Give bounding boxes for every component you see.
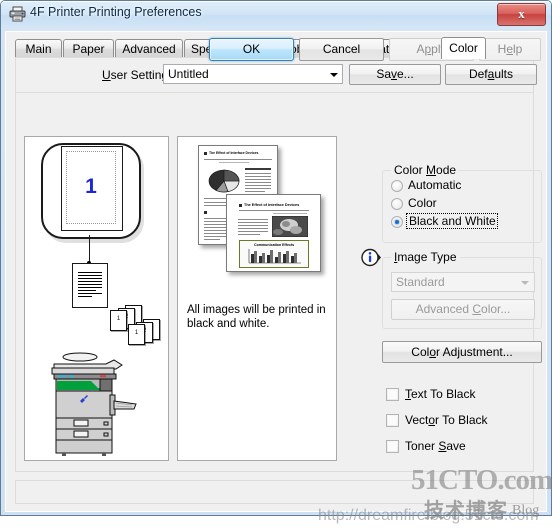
output-stack-b: 3 2 1 xyxy=(127,319,168,345)
advanced-color-button[interactable]: Advanced Color... xyxy=(391,299,535,320)
preview-small-document xyxy=(72,263,108,308)
checkbox-toner-save-label: Toner Save xyxy=(405,439,466,453)
preview-photo xyxy=(272,216,308,237)
preview-document-front: The Effect of Interface Devices Communic… xyxy=(226,194,321,272)
color-output-preview: The Effect of Interface Devices The Effe… xyxy=(177,136,337,461)
radio-automatic-label: Automatic xyxy=(408,178,462,192)
radio-color-indicator xyxy=(391,198,403,210)
preview-pie-chart xyxy=(208,169,240,193)
user-settings-row: User Settings: Untitled Save... Defaults xyxy=(16,61,537,93)
connector-line xyxy=(89,235,90,264)
ok-button-label: OK xyxy=(242,42,261,56)
preview-bars xyxy=(248,249,301,264)
window-title: 4F Printer Printing Preferences xyxy=(30,5,202,19)
user-settings-combo[interactable]: Untitled xyxy=(163,64,343,84)
tab-color[interactable]: Color xyxy=(441,37,486,59)
radio-black-and-white-label: Black and White xyxy=(409,214,496,228)
close-button[interactable]: x xyxy=(497,3,546,26)
color-adjustment-button-label: Color Adjustment... xyxy=(411,345,513,359)
cancel-button-label: Cancel xyxy=(322,42,361,56)
info-icon xyxy=(361,248,381,267)
ok-button[interactable]: OK xyxy=(209,38,294,61)
color-mode-group-label: Color Mode xyxy=(391,163,460,177)
checkbox-toner-save-indicator xyxy=(386,440,399,453)
titlebar: 4F Printer Printing Preferences x xyxy=(0,0,552,30)
stack-sheet: 1 xyxy=(128,324,145,345)
radio-black-and-white-indicator xyxy=(391,216,403,228)
tab-paper[interactable]: Paper xyxy=(63,39,114,58)
preview-chart-title: Communication Effects xyxy=(254,242,295,247)
tab-advanced[interactable]: Advanced xyxy=(115,39,183,58)
image-type-group-label: Image Type xyxy=(391,250,460,264)
image-type-group: Image Type Standard Advanced Color... xyxy=(382,250,542,329)
close-button-label: x xyxy=(518,6,525,21)
preview-doc-front-title: The Effect of Interface Devices xyxy=(244,202,300,207)
color-tab-page: User Settings: Untitled Save... Defaults xyxy=(15,57,542,472)
bottom-panel-strip xyxy=(15,480,534,506)
checkbox-vector-to-black-label: Vector To Black xyxy=(405,413,488,427)
checkbox-vector-to-black-indicator xyxy=(386,414,399,427)
save-button[interactable]: Save... xyxy=(349,64,441,85)
preview-doc-back-title: The Effect of Interface Devices xyxy=(209,150,259,155)
preview-page-number: 1 xyxy=(85,175,97,198)
preview-bar-chart-box: Communication Effects xyxy=(239,240,309,268)
help-button[interactable]: Help xyxy=(479,38,541,61)
printer-layout-preview: 1 1 1 xyxy=(24,136,169,461)
chevron-down-icon xyxy=(521,281,529,285)
printer-icon xyxy=(9,6,26,22)
printing-preferences-window: 4F Printer Printing Preferences x Main P… xyxy=(0,0,552,516)
radio-color-label: Color xyxy=(408,196,437,210)
preview-caption: All images will be printed in black and … xyxy=(187,304,326,330)
image-type-value: Standard xyxy=(396,275,445,289)
user-settings-value: Untitled xyxy=(168,67,209,81)
bottom-panel xyxy=(15,480,534,504)
color-mode-group: Color Mode Automatic Color Black and Whi… xyxy=(382,163,542,243)
cancel-button[interactable]: Cancel xyxy=(299,38,384,61)
image-type-combo[interactable]: Standard xyxy=(391,272,535,292)
defaults-button[interactable]: Defaults xyxy=(445,64,537,85)
checkbox-text-to-black-label: Text To Black xyxy=(405,387,476,401)
tab-main[interactable]: Main xyxy=(15,39,62,58)
stack-sheet: 1 xyxy=(110,310,127,331)
chevron-down-icon xyxy=(330,73,338,77)
separator xyxy=(16,92,533,93)
window-client-area: Main Paper Advanced Special Modes Job Ha… xyxy=(5,31,547,512)
advanced-color-button-label: Advanced Color... xyxy=(415,302,511,316)
defaults-button-label: Defaults xyxy=(468,67,514,81)
color-adjustment-button[interactable]: Color Adjustment... xyxy=(382,341,542,363)
radio-automatic-indicator xyxy=(391,180,403,192)
printer-device-illustration xyxy=(51,352,137,456)
below-window-strip xyxy=(0,516,552,532)
help-button-label: Help xyxy=(497,42,523,56)
save-button-label: Save... xyxy=(376,67,414,81)
checkbox-text-to-black-indicator xyxy=(386,388,399,401)
